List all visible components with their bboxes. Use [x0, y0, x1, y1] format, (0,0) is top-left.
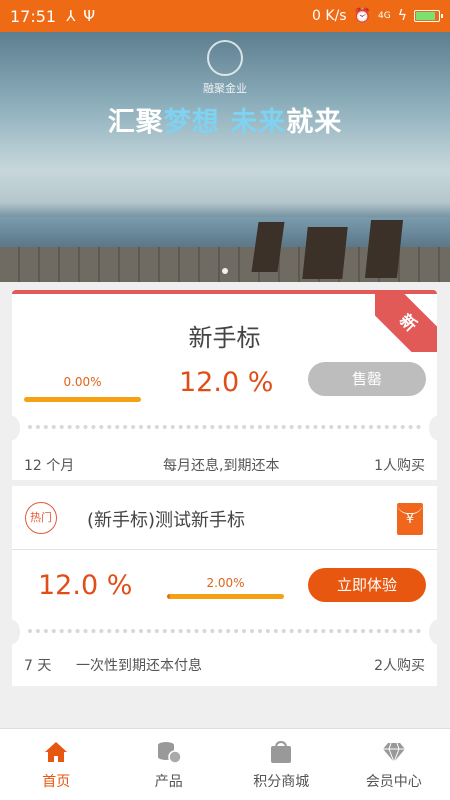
- promo-banner[interactable]: 融聚金业 汇聚梦想 未来就来: [0, 32, 450, 282]
- repayment-label: 每月还息,到期还本: [163, 458, 280, 474]
- progress-percent: 2.00%: [206, 576, 245, 590]
- product-name: (新手标)测试新手标: [87, 510, 246, 531]
- try-now-button[interactable]: 立即体验: [308, 568, 426, 602]
- newbie-product-card[interactable]: 新手标 新 0.00% 12.0 % 售罄 12 个月 每月还息,到期还本 1人…: [4, 290, 445, 480]
- coins-icon: [157, 742, 182, 764]
- product-title: 新手标: [188, 324, 261, 352]
- sold-out-button[interactable]: 售罄: [308, 362, 426, 396]
- progress-percent: 0.00%: [63, 375, 102, 389]
- new-ribbon: 新: [375, 290, 437, 352]
- bottom-tab-bar: 首页 产品 积分商城 会员中心: [0, 728, 450, 800]
- tab-label: 积分商城: [253, 774, 310, 790]
- ticket-perforation: [4, 416, 445, 440]
- term-label: 7 天: [24, 658, 52, 674]
- ticket-perforation: [4, 620, 445, 644]
- red-envelope-icon[interactable]: ¥: [397, 503, 423, 535]
- repayment-label: 一次性到期还本付息: [76, 658, 202, 674]
- battery-icon: [414, 10, 443, 22]
- brand-logo-icon: [207, 40, 243, 76]
- product-card[interactable]: 热门 (新手标)测试新手标 ¥ 12.0 % 2.00% 立即体验 7 天 一次…: [4, 486, 445, 686]
- alarm-icon: ⏰: [353, 8, 372, 24]
- signal-label: 4G: [378, 11, 391, 21]
- hot-badge: 热门: [25, 502, 57, 534]
- brand-logo-text: 融聚金业: [203, 82, 247, 95]
- status-time: 17:51: [10, 6, 57, 26]
- tab-points-mall[interactable]: 积分商城: [225, 729, 338, 800]
- buyers-label: 1人购买: [374, 458, 425, 474]
- tab-label: 首页: [42, 774, 71, 790]
- beach-chair: [302, 227, 348, 279]
- share-icon: ⅄: [66, 7, 76, 25]
- term-label: 12 个月: [24, 458, 75, 474]
- progress-bar: [24, 397, 141, 402]
- product-footer: 7 天 一次性到期还本付息 2人购买: [12, 648, 437, 680]
- status-bar: 17:51 ⅄ Ψ 0 K/s ⏰ 4G ϟ: [0, 0, 450, 32]
- diamond-icon: [382, 742, 405, 763]
- tab-products[interactable]: 产品: [113, 729, 226, 800]
- annual-rate: 12.0 %: [179, 367, 274, 398]
- banner-slogan: 汇聚梦想 未来就来: [107, 107, 343, 138]
- home-icon: [45, 742, 68, 762]
- shopping-bag-icon: [271, 740, 292, 763]
- progress-bar: [167, 594, 284, 599]
- product-footer: 12 个月 每月还息,到期还本 1人购买: [12, 448, 437, 480]
- charging-icon: ϟ: [397, 8, 407, 24]
- buyers-label: 2人购买: [374, 658, 425, 674]
- tab-label: 会员中心: [365, 774, 422, 790]
- annual-rate: 12.0 %: [38, 570, 133, 601]
- tab-label: 产品: [154, 774, 183, 790]
- tab-home[interactable]: 首页: [0, 729, 113, 800]
- usb-icon: Ψ: [83, 7, 96, 25]
- network-speed: 0 K/s: [312, 8, 347, 24]
- beach-chair: [364, 220, 404, 278]
- tab-member-center[interactable]: 会员中心: [338, 729, 450, 800]
- carousel-indicator: [222, 268, 228, 274]
- product-card-header: 热门 (新手标)测试新手标 ¥: [12, 486, 437, 550]
